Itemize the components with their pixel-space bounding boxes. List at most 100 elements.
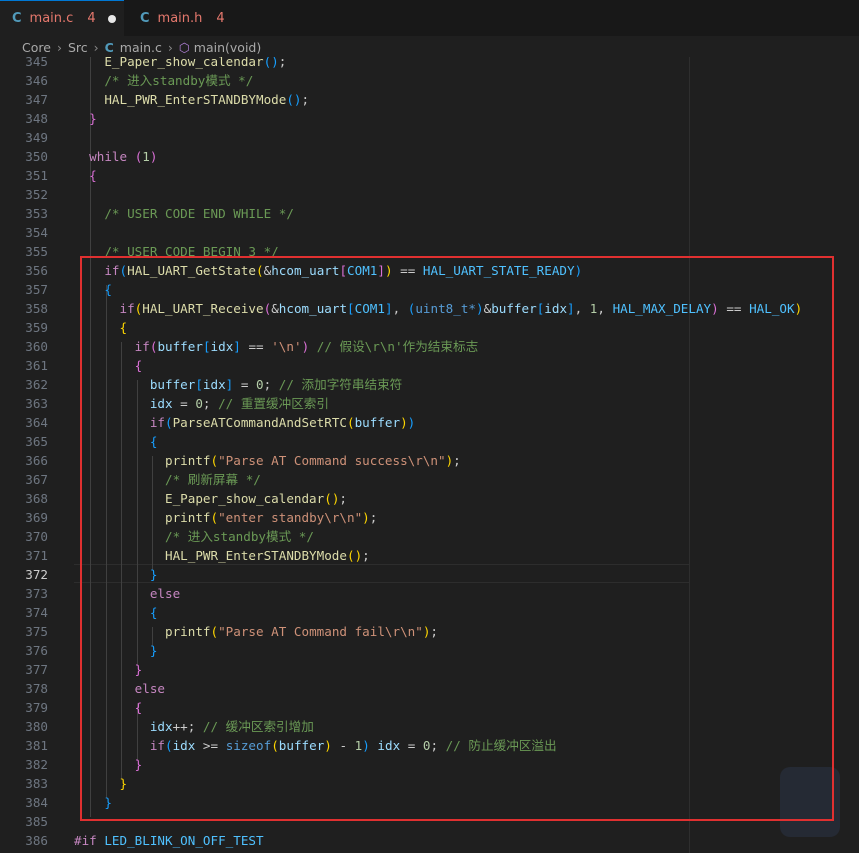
tab-bar: C main.c 4 C main.h 4: [0, 0, 859, 37]
line-number: 369: [25, 510, 48, 525]
line-number: 368: [25, 491, 48, 506]
tab-label: main.h: [157, 10, 203, 26]
c-file-icon: C: [12, 11, 22, 26]
unsaved-dot-icon[interactable]: [107, 14, 116, 23]
line-number: 370: [25, 529, 48, 544]
code-token: E_Paper_show_calendar: [104, 57, 264, 69]
code-token: (): [263, 57, 279, 69]
line-number: 379: [25, 700, 48, 715]
line-number: 357: [25, 282, 48, 297]
breadcrumb-symbol[interactable]: main(void): [194, 40, 261, 55]
chevron-right-icon: ›: [93, 39, 99, 55]
line-number: 350: [25, 149, 48, 164]
code-line[interactable]: 351 {: [0, 166, 859, 185]
line-number: 381: [25, 738, 48, 753]
tab-main-c[interactable]: C main.c 4: [0, 0, 124, 36]
code-editor[interactable]: 345 E_Paper_show_calendar(); 346 /* 进入sta…: [0, 57, 859, 853]
c-file-icon: C: [140, 10, 150, 26]
line-number: 372: [25, 567, 48, 582]
code-token: ;: [301, 92, 310, 107]
code-token: {: [89, 168, 97, 183]
line-number: 382: [25, 757, 48, 772]
code-token: while: [89, 149, 128, 164]
line-number: 360: [25, 339, 48, 354]
line-number: 346: [25, 73, 48, 88]
breadcrumb-file[interactable]: main.c: [120, 40, 162, 55]
code-text: while (1): [74, 147, 157, 166]
symbol-method-icon: ⬡: [178, 39, 190, 55]
line-number: 380: [25, 719, 48, 734]
line-number: 365: [25, 434, 48, 449]
code-text: HAL_PWR_EnterSTANDBYMode();: [74, 90, 309, 109]
code-token: 1: [142, 149, 150, 164]
code-token: ;: [278, 57, 287, 69]
code-text: /* 进入standby模式 */: [74, 71, 253, 90]
line-number: 354: [25, 225, 48, 240]
line-number: 352: [25, 187, 48, 202]
line-number: 367: [25, 472, 48, 487]
code-line[interactable]: 352: [0, 185, 859, 204]
chevron-right-icon: ›: [167, 39, 173, 55]
scrollbar[interactable]: [851, 57, 859, 853]
code-text: /* USER CODE END WHILE */: [74, 204, 294, 223]
line-number: 366: [25, 453, 48, 468]
line-number: 375: [25, 624, 48, 639]
code-text: #if LED_BLINK_ON_OFF_TEST: [74, 831, 264, 850]
line-number: 349: [25, 130, 48, 145]
line-number: 385: [25, 814, 48, 829]
line-number: 373: [25, 586, 48, 601]
line-number: 345: [25, 57, 48, 69]
line-number: 371: [25, 548, 48, 563]
chevron-right-icon: ›: [56, 39, 62, 55]
line-number: 384: [25, 795, 48, 810]
code-line[interactable]: 345 E_Paper_show_calendar();: [0, 57, 859, 71]
breadcrumb-src[interactable]: Src: [68, 40, 88, 55]
line-number: 374: [25, 605, 48, 620]
code-line[interactable]: 350 while (1): [0, 147, 859, 166]
line-number: 361: [25, 358, 48, 373]
code-line[interactable]: 348 }: [0, 109, 859, 128]
line-number: 355: [25, 244, 48, 259]
problem-count: 4: [87, 11, 96, 26]
code-line[interactable]: 349: [0, 128, 859, 147]
line-number: 378: [25, 681, 48, 696]
code-token: #if: [74, 833, 97, 848]
highlight-rectangle: [80, 256, 834, 821]
line-number: 383: [25, 776, 48, 791]
code-text: {: [74, 166, 97, 185]
code-text: E_Paper_show_calendar();: [74, 57, 286, 71]
line-number: 351: [25, 168, 48, 183]
code-text: }: [74, 109, 97, 128]
code-line[interactable]: 386 #if LED_BLINK_ON_OFF_TEST: [0, 831, 859, 850]
problem-count: 4: [216, 10, 225, 26]
code-line[interactable]: 347 HAL_PWR_EnterSTANDBYMode();: [0, 90, 859, 109]
line-number: 376: [25, 643, 48, 658]
line-number: 358: [25, 301, 48, 316]
code-line[interactable]: 353 /* USER CODE END WHILE */: [0, 204, 859, 223]
line-number: 363: [25, 396, 48, 411]
code-token: ): [149, 149, 158, 164]
code-token: (): [286, 92, 302, 107]
line-number: 364: [25, 415, 48, 430]
code-token: HAL_PWR_EnterSTANDBYMode: [104, 92, 287, 107]
tab-main-h[interactable]: C main.h 4: [128, 0, 232, 36]
line-number: 347: [25, 92, 48, 107]
c-file-icon: C: [104, 39, 114, 55]
breadcrumb-core[interactable]: Core: [22, 40, 51, 55]
code-token: }: [89, 111, 97, 126]
code-token: /* USER CODE END WHILE */: [104, 206, 294, 221]
code-line[interactable]: 354: [0, 223, 859, 242]
code-line[interactable]: 346 /* 进入standby模式 */: [0, 71, 859, 90]
line-number: 356: [25, 263, 48, 278]
line-number: 386: [25, 833, 48, 848]
tab-label: main.c: [29, 11, 74, 26]
line-number: 348: [25, 111, 48, 126]
